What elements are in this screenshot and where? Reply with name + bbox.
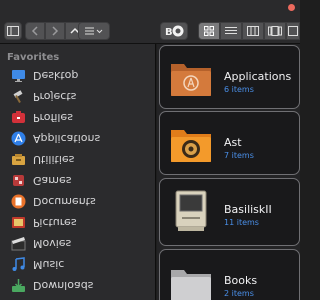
desktop-icon <box>12 70 25 82</box>
tag-button[interactable]: B <box>160 22 188 40</box>
projects-icon <box>13 90 23 103</box>
documents-icon <box>11 194 26 209</box>
sidebar-item-label: Music <box>33 258 65 271</box>
sidebar-item-documents[interactable]: Documents <box>0 192 156 212</box>
sidebar-item-projects[interactable]: Projects <box>0 87 156 107</box>
ast-folder-icon <box>171 130 211 162</box>
folder-name: Ast <box>224 136 242 149</box>
folder-tile-applications[interactable]: Applications 6 items <box>159 45 300 109</box>
sidebar-item-label: Downloads <box>33 279 94 292</box>
group-icon <box>288 26 298 36</box>
sidebar-item-utilities[interactable]: Utilities <box>0 150 156 170</box>
books-folder-icon <box>171 270 211 300</box>
sidebar-item-profiles[interactable]: Profiles <box>0 108 156 128</box>
folder-item-count: 6 items <box>224 85 254 94</box>
downloads-icon <box>12 279 25 292</box>
sidebar-item-desktop[interactable]: Desktop <box>0 66 156 86</box>
folder-tile-books[interactable]: Books 2 items <box>159 249 300 300</box>
view-icon-button[interactable] <box>198 22 220 40</box>
utilities-icon <box>12 154 25 165</box>
toolbar: B <box>0 0 300 44</box>
pictures-icon <box>12 217 25 228</box>
folder-name: Applications <box>224 70 292 83</box>
movies-icon <box>11 237 26 251</box>
sidebar-item-label: Desktop <box>33 69 79 82</box>
forward-button[interactable] <box>45 22 65 40</box>
view-gallery-button[interactable] <box>264 22 286 40</box>
list-view-icon <box>225 27 237 34</box>
folder-item-count: 2 items <box>224 289 254 298</box>
icon-view-icon <box>204 26 214 36</box>
profiles-icon <box>12 111 25 123</box>
sidebar-item-music[interactable]: Music <box>0 255 156 275</box>
folder-item-count: 11 items <box>224 218 259 227</box>
list-action-icon <box>85 27 103 35</box>
view-column-button[interactable] <box>242 22 264 40</box>
sidebar-item-games[interactable]: Games <box>0 171 156 191</box>
sidebar-item-label: Utilities <box>33 153 75 166</box>
chevron-left-icon <box>31 26 38 36</box>
folder-tile-basiliskii[interactable]: BasiliskII 11 items <box>159 178 300 246</box>
folder-name: BasiliskII <box>224 203 272 216</box>
sidebar: Favorites Desktop Projects Profiles Appl… <box>0 44 156 300</box>
sidebar-item-label: Profiles <box>33 111 73 124</box>
sidebar-item-label: Movies <box>33 237 72 250</box>
applications-icon <box>11 131 26 146</box>
sidebar-toggle-icon <box>7 26 19 36</box>
sidebar-item-label: Pictures <box>33 216 77 229</box>
basiliskii-folder-icon <box>175 190 207 231</box>
music-icon <box>12 257 25 271</box>
sidebar-section-header: Favorites <box>7 52 60 63</box>
group-button[interactable] <box>286 22 300 40</box>
folder-item-count: 7 items <box>224 151 254 160</box>
sidebar-item-label: Applications <box>33 132 101 145</box>
sidebar-item-label: Games <box>33 174 72 187</box>
sidebar-item-applications[interactable]: Applications <box>0 129 156 149</box>
tag-button-label: B <box>165 27 173 37</box>
action-menu-button[interactable] <box>78 22 110 40</box>
chevron-right-icon <box>52 26 59 36</box>
close-window-icon[interactable] <box>288 4 295 11</box>
sidebar-item-label: Documents <box>33 195 96 208</box>
sidebar-item-downloads[interactable]: Downloads <box>0 276 156 296</box>
sidebar-item-label: Projects <box>33 90 77 103</box>
view-list-button[interactable] <box>220 22 242 40</box>
folder-view: Applications 6 items Ast 7 items Basilis… <box>157 44 300 300</box>
sidebar-toggle-button[interactable] <box>4 22 22 40</box>
sidebar-item-pictures[interactable]: Pictures <box>0 213 156 233</box>
back-button[interactable] <box>25 22 45 40</box>
sidebar-item-movies[interactable]: Movies <box>0 234 156 254</box>
folder-name: Books <box>224 274 258 287</box>
games-icon <box>13 175 24 186</box>
column-view-icon <box>247 26 259 36</box>
applications-folder-icon <box>171 64 211 96</box>
folder-tile-ast[interactable]: Ast 7 items <box>159 111 300 175</box>
tag-icon: B <box>165 25 184 37</box>
gallery-view-icon <box>268 26 282 36</box>
